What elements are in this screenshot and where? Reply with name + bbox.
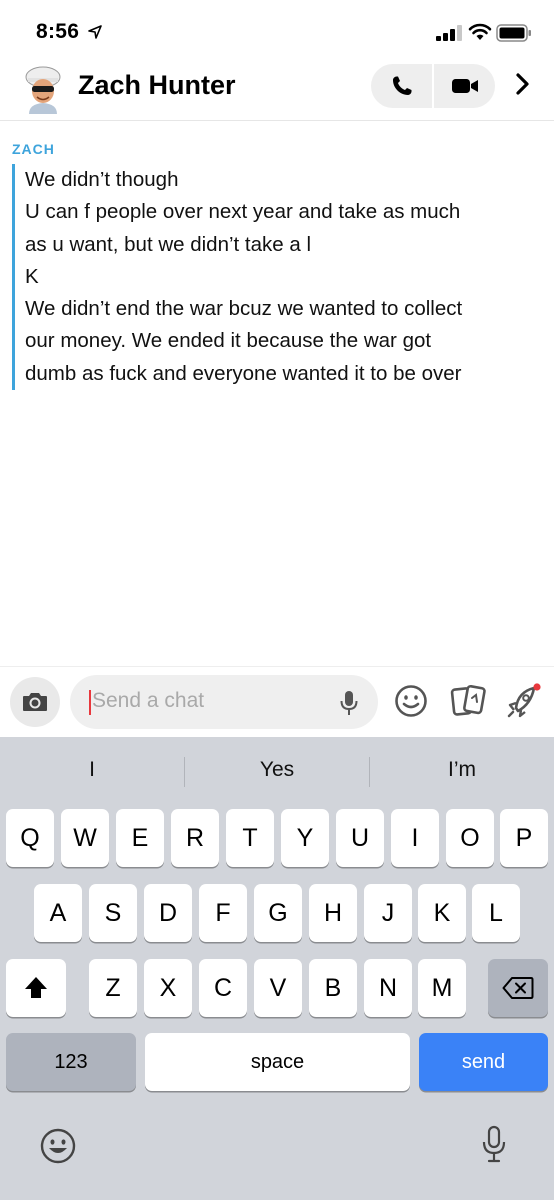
rocket-icon[interactable] (504, 682, 544, 720)
chat-header: Zach Hunter (0, 60, 554, 118)
chevron-right-icon[interactable] (510, 72, 534, 96)
key-u[interactable]: U (336, 809, 384, 867)
phone-icon (392, 76, 411, 95)
message-group: We didn’t though U can f people over nex… (12, 164, 542, 391)
numbers-key[interactable]: 123 (6, 1033, 136, 1091)
suggestion-bar: I Yes I’m (0, 737, 554, 803)
send-key[interactable]: send (419, 1033, 548, 1091)
key-q[interactable]: Q (6, 809, 54, 867)
message-text: as u want, but we didn’t take a l (25, 232, 312, 256)
voice-call-button[interactable] (371, 64, 432, 108)
wifi-icon (468, 23, 492, 40)
message-text: K (25, 264, 39, 288)
chat-input[interactable]: Send a chat (70, 675, 378, 729)
key-s[interactable]: S (89, 884, 137, 942)
message-text: our money. We ended it because the war g… (25, 329, 432, 353)
key-i[interactable]: I (391, 809, 439, 867)
key-o[interactable]: O (446, 809, 494, 867)
location-arrow-icon (88, 25, 102, 39)
keyboard: I Yes I’m Q W E R T Y U I O P A S D F G … (0, 737, 554, 1200)
key-m[interactable]: M (418, 959, 466, 1017)
emoji-icon[interactable] (394, 684, 428, 718)
key-a[interactable]: A (34, 884, 82, 942)
key-w[interactable]: W (61, 809, 109, 867)
key-t[interactable]: T (226, 809, 274, 867)
backspace-icon (502, 977, 534, 999)
camera-icon (23, 693, 47, 711)
key-v[interactable]: V (254, 959, 302, 1017)
status-bar: 8:56 (0, 0, 554, 60)
battery-icon (496, 24, 531, 42)
bitmoji-avatar[interactable] (20, 64, 66, 114)
key-b[interactable]: B (309, 959, 357, 1017)
text-caret (89, 690, 91, 715)
key-h[interactable]: H (309, 884, 357, 942)
key-c[interactable]: C (199, 959, 247, 1017)
call-controls (371, 64, 495, 108)
video-icon (451, 79, 478, 93)
suggestion-item[interactable]: I (0, 737, 184, 803)
signal-icon (436, 25, 462, 41)
chat-input-placeholder: Send a chat (92, 689, 205, 712)
backspace-key[interactable] (488, 959, 548, 1017)
dictation-icon[interactable] (481, 1125, 507, 1165)
status-time: 8:56 (36, 20, 80, 43)
key-z[interactable]: Z (89, 959, 137, 1017)
input-bar-divider (0, 666, 554, 667)
key-d[interactable]: D (144, 884, 192, 942)
key-e[interactable]: E (116, 809, 164, 867)
key-k[interactable]: K (418, 884, 466, 942)
key-p[interactable]: P (500, 809, 548, 867)
space-key[interactable]: space (145, 1033, 410, 1091)
notification-dot (533, 683, 541, 691)
message-text: dumb as fuck and everyone wanted it to b… (25, 361, 462, 385)
shift-icon (25, 977, 47, 998)
key-y[interactable]: Y (281, 809, 329, 867)
keyboard-emoji-icon[interactable] (39, 1127, 77, 1165)
key-f[interactable]: F (199, 884, 247, 942)
video-call-button[interactable] (434, 64, 495, 108)
cards-icon[interactable] (449, 683, 487, 719)
header-divider (0, 120, 554, 121)
message-sender: ZACH (12, 141, 55, 157)
key-x[interactable]: X (144, 959, 192, 1017)
microphone-icon[interactable] (338, 689, 360, 717)
key-l[interactable]: L (472, 884, 520, 942)
key-n[interactable]: N (364, 959, 412, 1017)
shift-key[interactable] (6, 959, 66, 1017)
message-text: U can f people over next year and take a… (25, 200, 461, 224)
key-g[interactable]: G (254, 884, 302, 942)
message-text: We didn’t end the war bcuz we wanted to … (25, 297, 463, 321)
key-r[interactable]: R (171, 809, 219, 867)
camera-button[interactable] (10, 677, 60, 727)
suggestion-item[interactable]: Yes (185, 737, 369, 803)
contact-name[interactable]: Zach Hunter (78, 70, 236, 101)
message-text: We didn’t though (25, 168, 179, 191)
key-j[interactable]: J (364, 884, 412, 942)
suggestion-item[interactable]: I’m (370, 737, 554, 803)
